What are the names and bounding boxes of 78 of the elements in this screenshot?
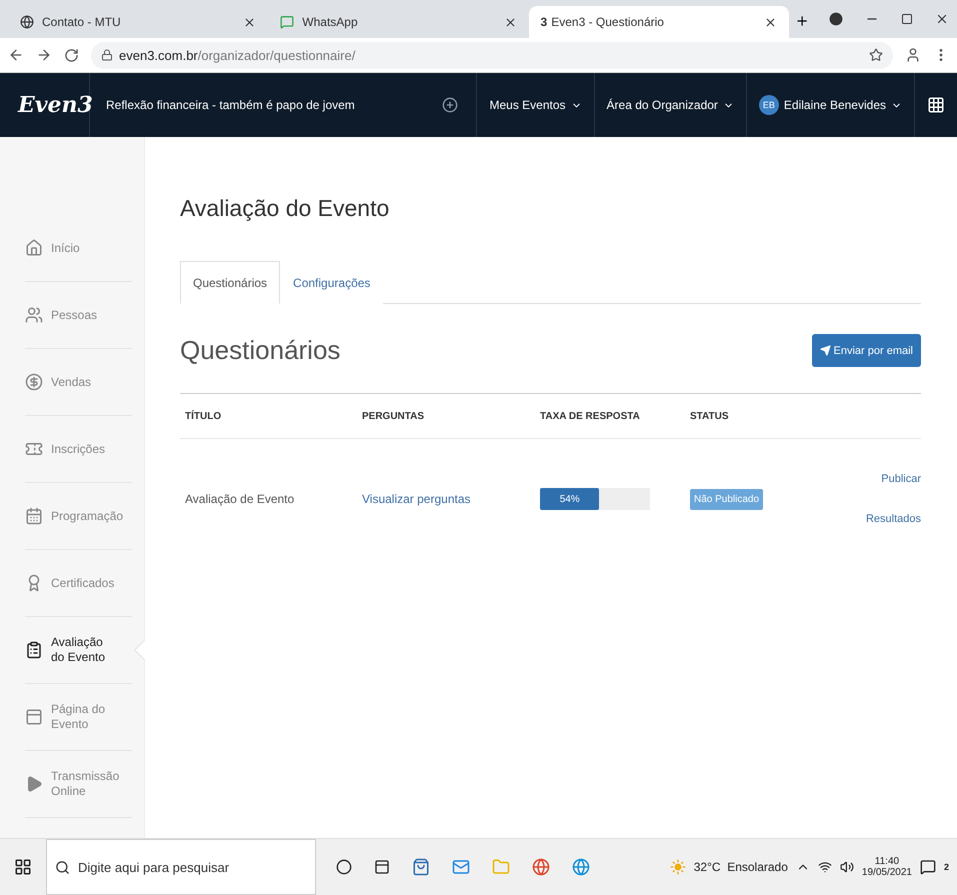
sidebar-label: Inscrições [51, 442, 106, 456]
weather-text[interactable]: 32°C Ensolarado [694, 860, 788, 874]
plus-icon[interactable] [442, 97, 458, 113]
browser-tab[interactable]: 3 Even3 - Questionário [528, 6, 789, 38]
bag-icon[interactable] [412, 858, 430, 876]
close-icon[interactable] [243, 16, 256, 28]
reload-icon[interactable] [64, 48, 79, 62]
browser-tab[interactable]: WhatsApp [268, 6, 529, 38]
globe-icon [20, 15, 34, 29]
clock[interactable]: 11:40 19/05/2021 [862, 856, 912, 878]
wifi-icon[interactable] [818, 860, 832, 874]
send-email-button[interactable]: Enviar por email [812, 334, 921, 367]
sidebar-item[interactable]: Avaliação do Evento [25, 617, 132, 684]
notification-icon[interactable] [920, 859, 936, 875]
circle-icon[interactable] [829, 12, 844, 26]
send-icon [820, 345, 831, 356]
column-header: TÍTULO [184, 410, 222, 422]
sidebar-label: Início [51, 240, 80, 256]
chat-icon [280, 15, 294, 29]
start-icon[interactable] [14, 858, 32, 876]
user-menu[interactable]: EB Edilaine Benevides [746, 73, 914, 137]
sidebar-label: Página do Evento [51, 702, 106, 732]
sidebar-label: Pessoas [51, 308, 98, 322]
window-icon [25, 708, 43, 726]
progress-fill: 54% [540, 488, 600, 510]
tab-title: Contato - MTU [42, 15, 122, 29]
status-badge: Não Publicado [690, 488, 764, 510]
action-link[interactable]: Publicar [881, 473, 921, 485]
column-header: STATUS [689, 410, 730, 422]
page-title: Avaliação do Evento [180, 195, 390, 222]
globe-icon[interactable] [532, 858, 550, 876]
tab-title: WhatsApp [302, 15, 359, 29]
section-title: Questionários [180, 335, 340, 366]
grid-icon [927, 96, 945, 114]
calendar-icon [25, 507, 43, 525]
sidebar-label: Avaliação do Evento [51, 635, 106, 665]
url-text: even3.com.br/organizador/questionnaire/ [119, 48, 356, 62]
window-icon[interactable] [374, 859, 390, 875]
view-questions-link[interactable]: Visualizar perguntas [357, 492, 535, 506]
close-icon[interactable] [504, 16, 517, 28]
star-icon[interactable] [869, 48, 883, 62]
people-icon [25, 306, 43, 324]
dollar-icon [25, 373, 43, 391]
house-icon [25, 239, 43, 257]
forward-icon[interactable] [36, 47, 52, 63]
table-cell-text: Avaliação de Evento [184, 492, 296, 506]
search-icon [55, 860, 70, 874]
play-icon [25, 775, 43, 793]
search-placeholder: Digite aqui para pesquisar [78, 860, 230, 874]
nav-menu[interactable]: Meus Eventos [476, 73, 594, 137]
lock-icon [101, 49, 113, 61]
speaker-icon[interactable] [840, 860, 854, 874]
nav-menu[interactable]: Área do Organizador [594, 73, 746, 137]
close-icon[interactable] [764, 16, 777, 28]
sidebar-label: Programação [51, 508, 124, 524]
column-header: PERGUNTAS [361, 410, 426, 422]
profile-icon[interactable] [905, 47, 921, 63]
action-link[interactable]: Resultados [866, 513, 921, 525]
back-icon[interactable] [8, 47, 24, 63]
browser-tab[interactable]: Contato - MTU [8, 6, 268, 38]
maximize-icon[interactable] [901, 13, 914, 25]
globe-icon[interactable] [572, 858, 590, 876]
mail-icon[interactable] [452, 858, 470, 876]
event-name: Reflexão financeira - também é papo de jovem [105, 98, 356, 112]
address-field[interactable]: even3.com.br/organizador/questionnaire/ [91, 42, 893, 68]
notification-count: 2 [944, 862, 949, 872]
avatar: EB [758, 95, 779, 115]
sidebar-label: Vendas [51, 374, 92, 390]
user-name: Edilaine Benevides [784, 98, 886, 112]
sidebar-label: Transmissão Online [51, 769, 120, 799]
ticket-icon [25, 440, 43, 458]
circle-icon[interactable] [336, 859, 352, 875]
search-field[interactable]: Digite aqui para pesquisar [46, 839, 316, 895]
tab[interactable]: Questionários [180, 261, 280, 304]
clipboard-icon [25, 641, 43, 659]
sidebar-label: Certificados [51, 576, 114, 590]
tab-title: 3 Even3 - Questionário [540, 15, 665, 29]
column-header: TAXA DE RESPOSTA [539, 410, 641, 422]
